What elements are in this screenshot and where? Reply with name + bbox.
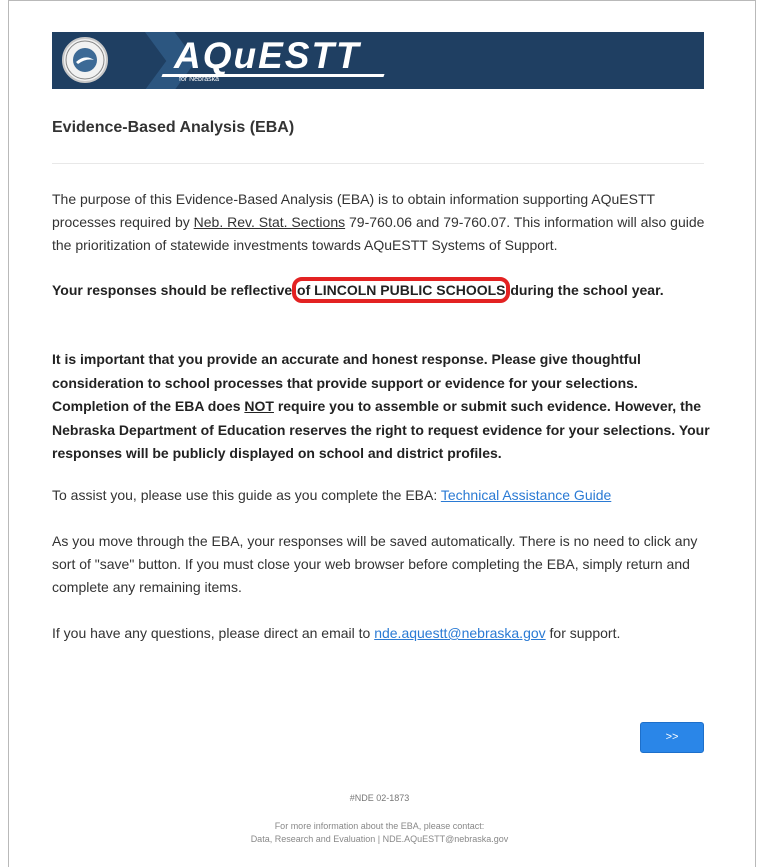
- footer-contact-line: For more information about the EBA, plea…: [274, 821, 485, 831]
- statute-link[interactable]: Neb. Rev. Stat. Sections: [194, 214, 345, 230]
- technical-assistance-guide-link[interactable]: Technical Assistance Guide: [441, 487, 611, 503]
- nde-seal-logo: [62, 37, 108, 83]
- autosave-paragraph: As you move through the EBA, your respon…: [52, 533, 698, 595]
- footer-contact-details: Data, Research and Evaluation | NDE.AQuE…: [250, 834, 509, 844]
- header-banner: AQuESTT for Nebraska: [52, 32, 704, 89]
- form-code: #NDE 02-1873: [349, 793, 410, 803]
- reflective-after: during the school year.: [506, 282, 664, 298]
- logo-subtitle: for Nebraska: [179, 76, 220, 83]
- support-email-link[interactable]: nde.aquestt@nebraska.gov: [374, 625, 545, 641]
- questions-text-1: If you have any questions, please direct…: [52, 625, 375, 641]
- not-emphasis: NOT: [244, 398, 274, 414]
- questions-paragraph: If you have any questions, please direct…: [52, 622, 712, 645]
- guide-paragraph: To assist you, please use this guide as …: [52, 484, 712, 507]
- title-divider: [52, 163, 704, 164]
- important-paragraph: It is important that you provide an accu…: [52, 348, 712, 466]
- intro-paragraph: The purpose of this Evidence-Based Analy…: [52, 188, 712, 257]
- aquestt-logo: AQuESTT: [174, 35, 361, 76]
- reflective-before: Your responses should be reflective: [52, 282, 297, 298]
- district-highlight: of LINCOLN PUBLIC SCHOOLS: [292, 277, 511, 303]
- reflective-paragraph: Your responses should be reflective of L…: [52, 277, 712, 303]
- questions-text-2: for support.: [545, 625, 621, 641]
- page-title: Evidence-Based Analysis (EBA): [52, 119, 295, 136]
- guide-text: To assist you, please use this guide as …: [52, 487, 441, 503]
- next-button[interactable]: >>: [640, 722, 704, 753]
